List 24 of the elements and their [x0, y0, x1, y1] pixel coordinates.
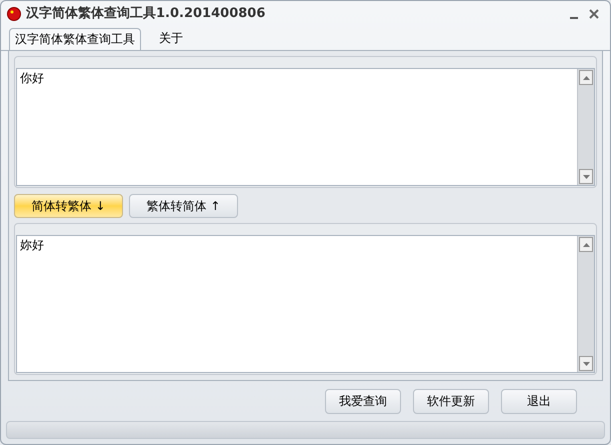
output-text-area[interactable]: 妳好: [16, 235, 595, 373]
caret-up-icon: [582, 242, 590, 246]
convert-button[interactable]: 简体转繁体 ↓: [14, 194, 123, 218]
tab[interactable]: 汉字简体繁体查询工具: [9, 28, 141, 50]
caret-up-icon: [582, 76, 590, 80]
footer-button[interactable]: 退出: [501, 388, 577, 414]
app-icon: [7, 7, 21, 21]
footer-button[interactable]: 我爱查询: [325, 388, 401, 414]
caret-down-icon: [582, 362, 590, 366]
scroll-down-button[interactable]: [579, 169, 593, 184]
caret-down-icon: [582, 174, 590, 178]
close-icon[interactable]: [588, 8, 600, 20]
window-title: 汉字简体繁体查询工具1.0.201400806: [26, 4, 266, 24]
input-text-area[interactable]: 你好: [16, 68, 595, 186]
scroll-up-button[interactable]: [579, 237, 593, 252]
footer-button[interactable]: 软件更新: [413, 388, 489, 414]
scroll-up-button[interactable]: [579, 70, 593, 85]
scroll-down-button[interactable]: [579, 356, 593, 371]
output-text: 妳好: [19, 237, 45, 254]
tab[interactable]: 关于: [147, 28, 195, 50]
scrollbar[interactable]: [577, 69, 594, 185]
convert-button[interactable]: 繁体转简体 ↑: [129, 194, 238, 218]
input-text: 你好: [19, 70, 45, 87]
scrollbar[interactable]: [577, 236, 594, 372]
